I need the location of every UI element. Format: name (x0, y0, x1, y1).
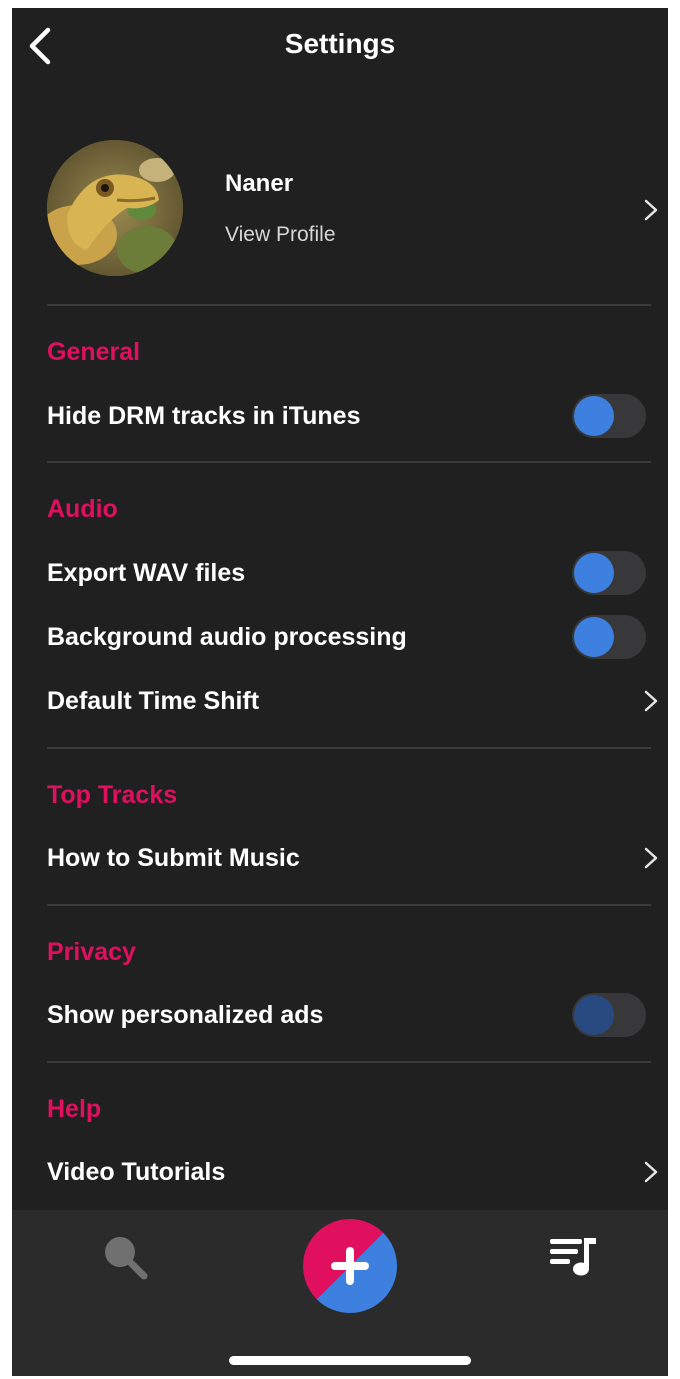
add-button[interactable] (303, 1219, 397, 1313)
setting-label: Show personalized ads (47, 1001, 324, 1029)
divider (47, 904, 651, 906)
settings-screen: Settings Naner View Profile General Hide… (12, 8, 668, 1376)
toggle-knob (574, 995, 614, 1035)
section-title-top-tracks: Top Tracks (47, 781, 178, 809)
avatar[interactable] (47, 140, 183, 276)
setting-label: Video Tutorials (47, 1158, 226, 1186)
music-queue-icon (550, 1238, 596, 1276)
setting-row-video-tutorials[interactable]: Video Tutorials (12, 1144, 668, 1200)
toggle-knob (574, 396, 614, 436)
divider (47, 304, 651, 306)
setting-row-export-wav: Export WAV files (12, 545, 668, 601)
top-bar: Settings (12, 8, 668, 84)
chevron-right-icon (644, 1161, 658, 1183)
plus-icon (303, 1219, 397, 1313)
search-tab[interactable] (100, 1232, 150, 1282)
page-title: Settings (284, 28, 396, 59)
setting-label: Hide DRM tracks in iTunes (47, 402, 361, 430)
profile-name: Naner (225, 170, 294, 197)
frog-avatar (47, 140, 183, 276)
tab-bar (12, 1210, 668, 1376)
setting-label: Background audio processing (47, 623, 407, 651)
toggle-knob (574, 553, 614, 593)
search-icon (105, 1237, 148, 1280)
setting-label: How to Submit Music (47, 844, 300, 872)
chevron-right-icon (644, 199, 658, 221)
setting-label: Export WAV files (47, 559, 246, 587)
setting-row-submit-music[interactable]: How to Submit Music (12, 830, 668, 886)
setting-label: Default Time Shift (47, 687, 260, 715)
section-title-help: Help (47, 1095, 102, 1123)
profile-row[interactable]: Naner View Profile (12, 140, 668, 280)
export-wav-toggle[interactable] (572, 551, 646, 595)
chevron-right-icon (644, 847, 658, 869)
divider (47, 1061, 651, 1063)
setting-row-background-audio: Background audio processing (12, 609, 668, 665)
toggle-knob (574, 617, 614, 657)
personalized-ads-toggle[interactable] (572, 993, 646, 1037)
setting-row-hide-drm: Hide DRM tracks in iTunes (12, 388, 668, 444)
section-title-audio: Audio (47, 495, 118, 523)
background-audio-toggle[interactable] (572, 615, 646, 659)
divider (47, 747, 651, 749)
home-indicator (229, 1356, 471, 1365)
section-title-general: General (47, 338, 141, 366)
section-title-privacy: Privacy (47, 938, 136, 966)
chevron-right-icon (644, 690, 658, 712)
setting-row-personalized-ads: Show personalized ads (12, 987, 668, 1043)
setting-row-default-time-shift[interactable]: Default Time Shift (12, 673, 668, 729)
view-profile-link[interactable]: View Profile (225, 223, 336, 247)
queue-tab[interactable] (548, 1236, 600, 1278)
hide-drm-toggle[interactable] (572, 394, 646, 438)
divider (47, 461, 651, 463)
